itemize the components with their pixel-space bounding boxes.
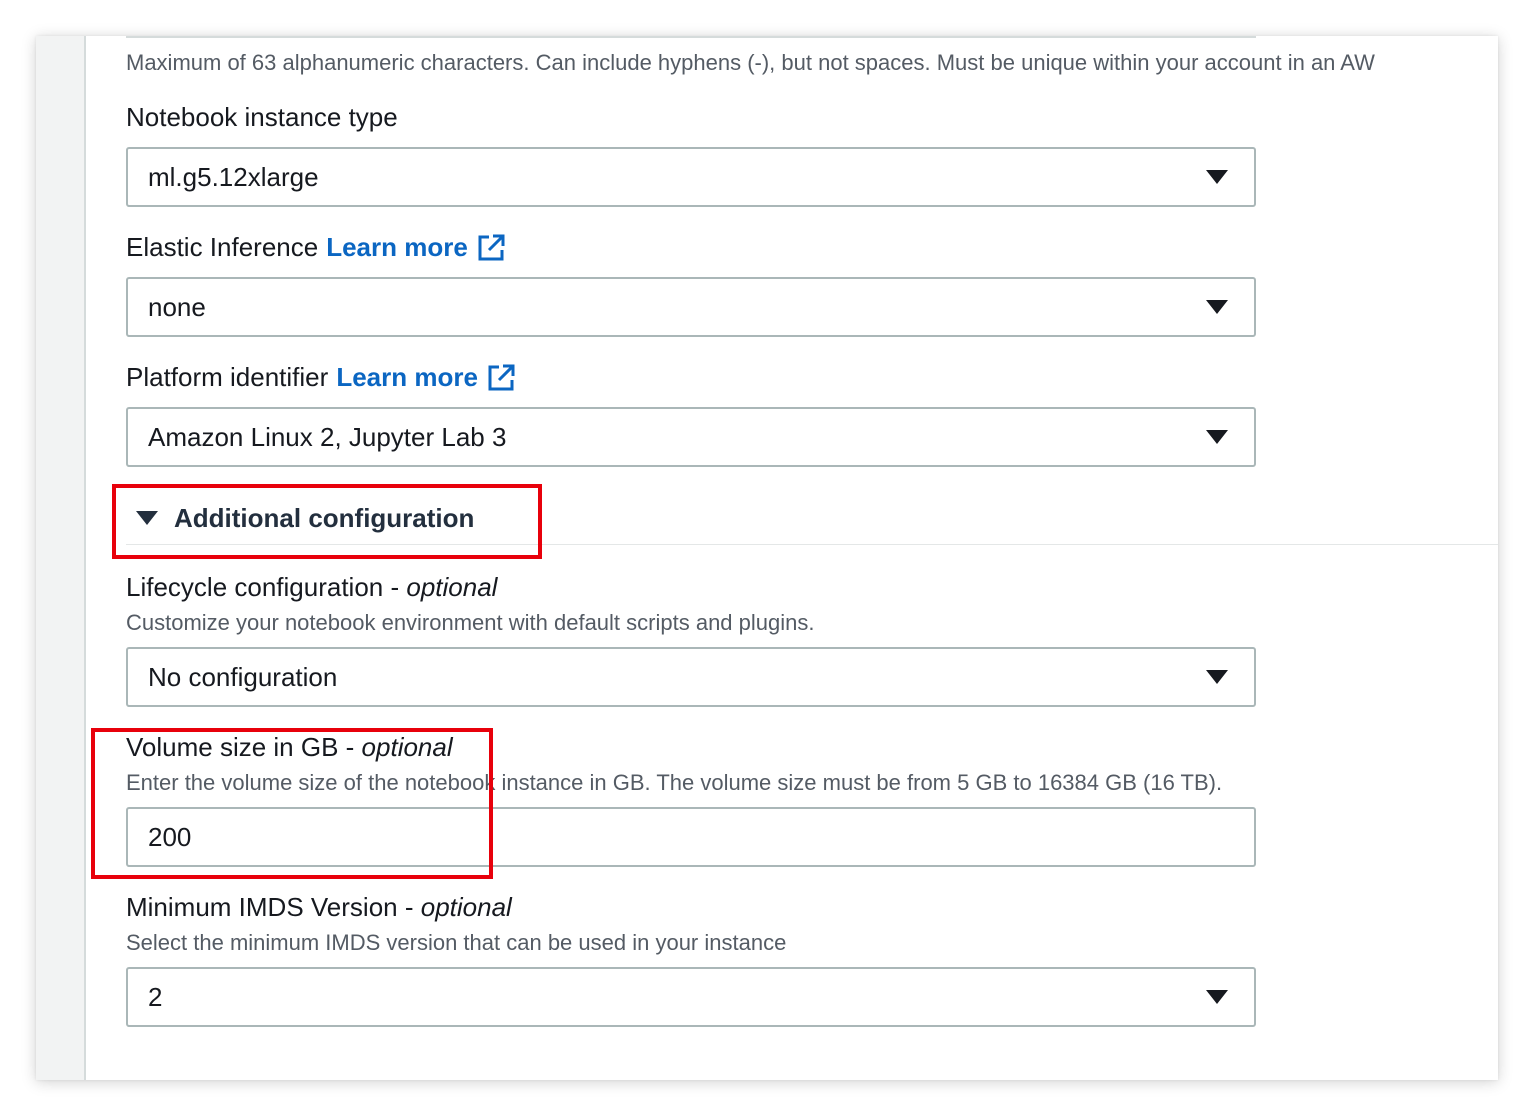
lifecycle-hint: Customize your notebook environment with…: [126, 610, 815, 635]
form-panel: Maximum of 63 alphanumeric characters. C…: [36, 36, 1498, 1080]
learn-more-text: Learn more: [336, 362, 478, 392]
elastic-inference-value: none: [148, 291, 206, 322]
elastic-inference-learn-more-link[interactable]: Learn more: [326, 232, 506, 263]
volume-size-hint: Enter the volume size of the notebook in…: [126, 770, 1223, 795]
caret-down-icon: [1206, 300, 1228, 314]
elastic-inference-select[interactable]: none: [126, 277, 1256, 337]
lifecycle-value: No configuration: [148, 661, 338, 692]
learn-more-text: Learn more: [326, 232, 468, 262]
optional-tag: optional: [361, 732, 453, 762]
left-gutter: [36, 36, 86, 1080]
instance-name-hint: Maximum of 63 alphanumeric characters. C…: [126, 50, 1375, 75]
caret-down-icon: [1206, 170, 1228, 184]
lifecycle-select[interactable]: No configuration: [126, 647, 1256, 707]
elastic-inference-label-text: Elastic Inference: [126, 232, 319, 262]
volume-size-label-text: Volume size in GB -: [126, 732, 362, 762]
imds-version-value: 2: [148, 981, 163, 1012]
elastic-inference-label: Elastic Inference Learn more: [126, 232, 506, 263]
optional-tag: optional: [420, 892, 512, 922]
additional-configuration-toggle[interactable]: Additional configuration: [136, 498, 474, 538]
section-divider: [126, 544, 1498, 545]
caret-down-icon: [1206, 990, 1228, 1004]
lifecycle-label-text: Lifecycle configuration -: [126, 572, 407, 602]
caret-down-icon: [1206, 670, 1228, 684]
external-link-icon: [478, 234, 505, 260]
volume-size-input[interactable]: 200: [126, 807, 1256, 867]
instance-type-label: Notebook instance type: [126, 102, 398, 132]
additional-configuration-label: Additional configuration: [174, 502, 475, 533]
top-field-edge: [126, 36, 1256, 38]
platform-identifier-value: Amazon Linux 2, Jupyter Lab 3: [148, 421, 507, 452]
imds-label: Minimum IMDS Version - optional: [126, 892, 512, 923]
imds-hint: Select the minimum IMDS version that can…: [126, 930, 787, 955]
optional-tag: optional: [406, 572, 498, 602]
expanded-triangle-icon: [136, 511, 158, 525]
lifecycle-label: Lifecycle configuration - optional: [126, 572, 497, 603]
platform-identifier-label: Platform identifier Learn more: [126, 362, 516, 393]
instance-type-value: ml.g5.12xlarge: [148, 161, 319, 192]
caret-down-icon: [1206, 430, 1228, 444]
imds-label-text: Minimum IMDS Version -: [126, 892, 421, 922]
volume-size-label: Volume size in GB - optional: [126, 732, 453, 763]
volume-size-value: 200: [148, 821, 192, 852]
imds-version-select[interactable]: 2: [126, 967, 1256, 1027]
platform-learn-more-link[interactable]: Learn more: [336, 362, 516, 393]
instance-type-select[interactable]: ml.g5.12xlarge: [126, 147, 1256, 207]
platform-identifier-select[interactable]: Amazon Linux 2, Jupyter Lab 3: [126, 407, 1256, 467]
external-link-icon: [488, 364, 515, 390]
platform-identifier-label-text: Platform identifier: [126, 362, 329, 392]
